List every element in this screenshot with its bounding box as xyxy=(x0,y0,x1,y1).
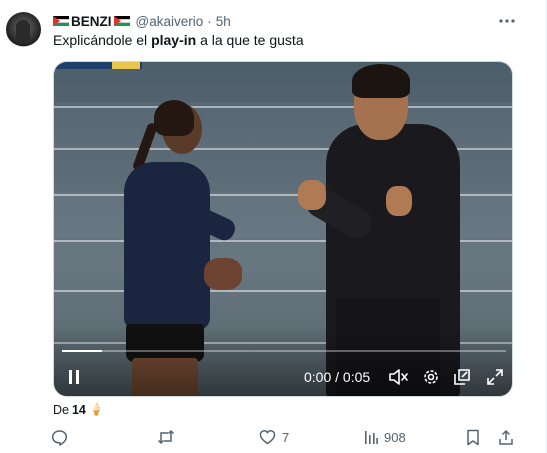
reply-button[interactable] xyxy=(51,426,74,448)
bookmark-icon xyxy=(466,429,480,446)
source-prefix: De xyxy=(53,402,69,417)
tweet-text-bold: play-in xyxy=(151,32,197,48)
more-icon[interactable] xyxy=(499,13,515,29)
video-progress-fill xyxy=(62,350,102,352)
action-bar: 7 908 xyxy=(0,426,547,448)
tweet-header: BENZI @akaiverio · 5h xyxy=(53,12,231,30)
timestamp[interactable]: 5h xyxy=(216,14,231,29)
source-line: De 14 🍦 xyxy=(53,402,104,417)
gear-icon[interactable] xyxy=(420,364,442,390)
ice-cream-icon: 🍦 xyxy=(88,402,105,416)
tweet-text-start: Explicándole el xyxy=(53,32,152,48)
video-player[interactable]: 0:00 / 0:05 xyxy=(53,61,513,397)
tweet-text-end: a la que te gusta xyxy=(196,32,304,48)
separator-dot: · xyxy=(207,13,212,29)
scoreboard-graphic xyxy=(54,62,142,69)
reply-icon xyxy=(51,429,68,446)
heart-icon xyxy=(259,429,276,445)
fullscreen-icon[interactable] xyxy=(484,364,506,390)
popout-icon[interactable] xyxy=(451,364,473,390)
retweet-icon xyxy=(157,429,175,445)
tweet-text: Explicándole el play-in a la que te gust… xyxy=(53,32,304,48)
source-count[interactable]: 14 xyxy=(72,403,86,417)
avatar[interactable] xyxy=(6,12,41,47)
author-name[interactable]: BENZI xyxy=(71,14,112,29)
play-pause-icon[interactable] xyxy=(62,364,86,390)
share-button[interactable] xyxy=(498,426,514,448)
like-button[interactable]: 7 xyxy=(259,426,289,448)
bookmark-button[interactable] xyxy=(466,426,480,448)
video-progress-bar[interactable] xyxy=(62,350,506,352)
tweet[interactable]: BENZI @akaiverio · 5h Explicándole el pl… xyxy=(0,0,547,453)
palestine-flag-icon xyxy=(113,15,130,27)
views-button[interactable]: 908 xyxy=(364,426,406,448)
views-icon xyxy=(364,430,378,445)
mute-icon[interactable] xyxy=(387,364,409,390)
views-count: 908 xyxy=(384,429,406,445)
author-handle[interactable]: @akaiverio xyxy=(136,14,204,29)
video-timecode: 0:00 / 0:05 xyxy=(304,369,371,385)
retweet-button[interactable] xyxy=(157,426,181,448)
like-count: 7 xyxy=(282,429,290,445)
share-icon xyxy=(498,429,514,446)
palestine-flag-icon xyxy=(53,15,69,27)
